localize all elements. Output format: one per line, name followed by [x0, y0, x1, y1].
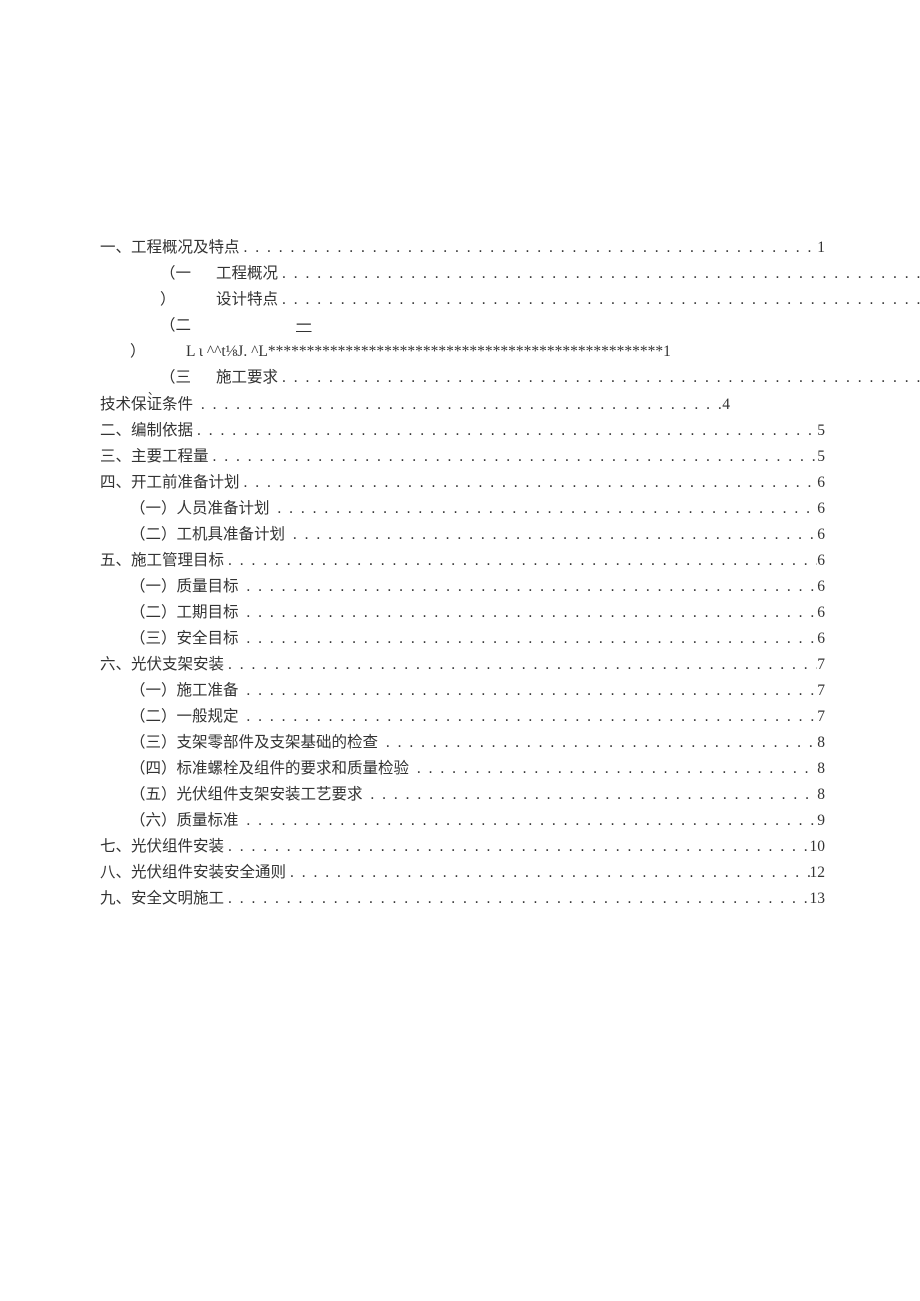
toc-sub-label: 施工要求	[216, 365, 278, 391]
toc-sub-label: （三）安全目标	[130, 626, 242, 652]
toc-dots: . . . . . . . . . . . . . . . . . . . . …	[382, 730, 817, 756]
toc-sub-entry: （二）一般规定 . . . . . . . . . . . . . . . . …	[100, 704, 825, 730]
toc-dots: . . . . . . . . . . . . . . . . . . . . …	[242, 574, 817, 600]
toc-page-num: 9	[817, 808, 825, 834]
toc-entry: 技术保证条件 . . . . . . . . . . . . . . . . .…	[100, 392, 825, 418]
toc-sub-label: 设计特点	[216, 287, 278, 313]
toc-first-block: （一 工程概况 . . . . . . . . . . . . . . . . …	[100, 261, 825, 392]
toc-page-num: 5	[817, 418, 825, 444]
toc-sub-entry: （一）人员准备计划 . . . . . . . . . . . . . . . …	[100, 496, 825, 522]
toc-sub-label: 工程概况	[216, 261, 278, 287]
toc-page-num: 8	[817, 756, 825, 782]
toc-dots: . . . . . . . . . . . . . . . . . . . . …	[240, 470, 818, 496]
toc-label: 二、编制依据	[100, 418, 193, 444]
toc-dots: . . . . . . . . . . . . . . . . . . . . …	[240, 235, 818, 261]
toc-dash: 一	[296, 317, 312, 334]
toc-dots: . . . . . . . . . . . . . . . . . . . . …	[278, 261, 920, 287]
toc-dots: . . . . . . . . . . . . . . . . . . . . …	[278, 365, 920, 391]
toc-page-num: 1	[817, 235, 825, 261]
toc-prefix-1-2a: （二	[130, 313, 216, 339]
toc-page-num: 5	[817, 444, 825, 470]
toc-sub-label: （一）施工准备	[130, 678, 242, 704]
toc-dots: . . . . . . . . . . . . . . . . . . . . …	[224, 548, 817, 574]
toc-entry: 四、开工前准备计划 . . . . . . . . . . . . . . . …	[100, 470, 825, 496]
toc-dots: . . . . . . . . . . . . . . . . . . . . …	[273, 496, 817, 522]
toc-dots: . . . . . . . . . . . . . . . . . . . . …	[289, 522, 817, 548]
toc-dots: . . . . . . . . . . . . . . . . . . . . …	[278, 287, 920, 313]
toc-dots: . . . . . . . . . . . . . . . . . . . . …	[413, 756, 817, 782]
toc-entry: 八、光伏组件安装安全通则 . . . . . . . . . . . . . .…	[100, 860, 825, 886]
toc-prefix-1-2b: ）	[100, 339, 186, 365]
toc-page-num: 6	[817, 626, 825, 652]
toc-sub-label: （二）一般规定	[130, 704, 242, 730]
toc-label: 一、工程概况及特点	[100, 235, 240, 261]
toc-sub-entry: （六）质量标准 . . . . . . . . . . . . . . . . …	[100, 808, 825, 834]
toc-page-num: 6	[817, 522, 825, 548]
toc-page-num: 6	[817, 496, 825, 522]
toc-sub-entry: （四）标准螺栓及组件的要求和质量检验 . . . . . . . . . . .…	[100, 756, 825, 782]
toc-dots: . . . . . . . . . . . . . . . . . . . . …	[366, 782, 817, 808]
toc-dots: . . . . . . . . . . . . . . . . . . . . …	[242, 704, 817, 730]
toc-garbled-line: L ι ^^t⅛J. ^L***************************…	[186, 339, 671, 365]
toc-dots: . . . . . . . . . . . . . . . . . . . . …	[224, 886, 809, 912]
toc-label: 七、光伏组件安装	[100, 834, 224, 860]
toc-sub-label: （六）质量标准	[130, 808, 242, 834]
toc-dots: . . . . . . . . . . . . . . . . . . . . …	[242, 600, 817, 626]
toc-page-num: 7	[817, 704, 825, 730]
toc-sub-label: （二）工机具准备计划	[130, 522, 289, 548]
toc-dots: . . . . . . . . . . . . . . . . . . . . …	[242, 678, 817, 704]
toc-entry: 一、工程概况及特点 . . . . . . . . . . . . . . . …	[100, 235, 825, 261]
toc-dots: . . . . . . . . . . . . . . . . . . . . …	[193, 418, 817, 444]
toc-label: 六、光伏支架安装	[100, 652, 224, 678]
toc-sub-label: （五）光伏组件支架安装工艺要求	[130, 782, 366, 808]
toc-page-num: 12	[810, 860, 826, 886]
toc-page-num: 10	[810, 834, 826, 860]
toc-dots: . . . . . . . . . . . . . . . . . . . . …	[286, 860, 809, 886]
toc-label: 三、主要工程量	[100, 444, 209, 470]
toc-dots: . . . . . . . . . . . . . . . . . . . . …	[242, 808, 817, 834]
toc-page-num: 8	[817, 782, 825, 808]
toc-page-num: 4	[722, 392, 730, 418]
toc-sub-entry: （五）光伏组件支架安装工艺要求 . . . . . . . . . . . . …	[100, 782, 825, 808]
toc-page-num: 6	[817, 600, 825, 626]
toc-prefix-1-3b: 、	[148, 385, 159, 397]
toc-sub-label: （一）人员准备计划	[130, 496, 273, 522]
toc-label: 五、施工管理目标	[100, 548, 224, 574]
toc-entry: 二、编制依据 . . . . . . . . . . . . . . . . .…	[100, 418, 825, 444]
toc-sub-entry: （一）质量目标 . . . . . . . . . . . . . . . . …	[100, 574, 825, 600]
toc-sub-entry: （二）工期目标 . . . . . . . . . . . . . . . . …	[100, 600, 825, 626]
toc-prefix-1-1b: ）	[130, 287, 216, 313]
toc-sub-entry: （二）工机具准备计划 . . . . . . . . . . . . . . .…	[100, 522, 825, 548]
toc-prefix-1-3a: （三	[130, 365, 216, 391]
toc-page-num: 13	[810, 886, 826, 912]
toc-label: 八、光伏组件安装安全通则	[100, 860, 286, 886]
toc-page-num: 8	[817, 730, 825, 756]
toc-sub-label: （一）质量目标	[130, 574, 242, 600]
toc-page-num: 6	[817, 574, 825, 600]
toc-sub-entry: （三）安全目标 . . . . . . . . . . . . . . . . …	[100, 626, 825, 652]
toc-entry: 六、光伏支架安装 . . . . . . . . . . . . . . . .…	[100, 652, 825, 678]
toc-page-num: 7	[817, 652, 825, 678]
toc-dots: . . . . . . . . . . . . . . . . . . . . …	[224, 652, 817, 678]
toc-page-num: 6	[817, 548, 825, 574]
toc-entry: 五、施工管理目标 . . . . . . . . . . . . . . . .…	[100, 548, 825, 574]
toc-sub-label: （三）支架零部件及支架基础的检查	[130, 730, 382, 756]
toc-entry: 三、主要工程量 . . . . . . . . . . . . . . . . …	[100, 444, 825, 470]
toc-entry: 九、安全文明施工 . . . . . . . . . . . . . . . .…	[100, 886, 825, 912]
toc-page-num: 6	[817, 470, 825, 496]
toc-dots: . . . . . . . . . . . . . . . . . . . . …	[242, 626, 817, 652]
toc-label: 九、安全文明施工	[100, 886, 224, 912]
toc-sub-label: （四）标准螺栓及组件的要求和质量检验	[130, 756, 413, 782]
toc-sub-label: （二）工期目标	[130, 600, 242, 626]
toc-page: 一、工程概况及特点 . . . . . . . . . . . . . . . …	[0, 0, 920, 912]
toc-label: 四、开工前准备计划	[100, 470, 240, 496]
toc-entry: 七、光伏组件安装 . . . . . . . . . . . . . . . .…	[100, 834, 825, 860]
toc-sub-entry: （一）施工准备 . . . . . . . . . . . . . . . . …	[100, 678, 825, 704]
toc-dots: . . . . . . . . . . . . . . . . . . . . …	[197, 392, 722, 418]
toc-prefix-1-1a: （一	[130, 261, 216, 287]
toc-dots: . . . . . . . . . . . . . . . . . . . . …	[209, 444, 818, 470]
toc-dots: . . . . . . . . . . . . . . . . . . . . …	[224, 834, 809, 860]
toc-page-num: 7	[817, 678, 825, 704]
toc-sub-entry: （三）支架零部件及支架基础的检查 . . . . . . . . . . . .…	[100, 730, 825, 756]
